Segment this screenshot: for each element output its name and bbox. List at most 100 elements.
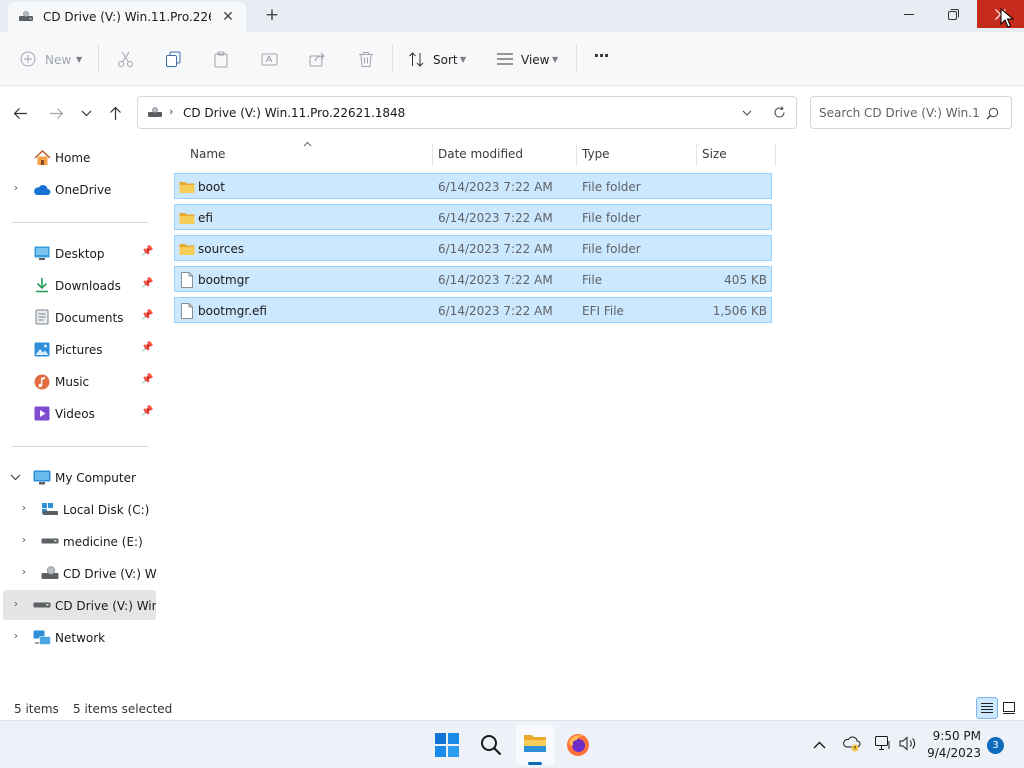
nav-item-music[interactable]: Music 📌 (0, 366, 156, 396)
navigation-pane: Home › OneDrive Desktop 📌 Downloads 📌 Do… (0, 141, 157, 696)
computer-icon (33, 470, 51, 485)
view-button[interactable]: View (521, 53, 549, 67)
column-header-name[interactable]: Name (184, 141, 432, 167)
nav-item-cd-drive-child[interactable]: › CD Drive (V:) Win.11.Pro.22621.1848 (0, 558, 157, 588)
close-tab-icon[interactable]: ✕ (219, 8, 237, 26)
nav-label-medicine-e: medicine (E:) (63, 535, 143, 549)
onedrive-status-icon[interactable] (843, 736, 861, 752)
up-arrow-icon[interactable] (109, 106, 122, 121)
column-header-type[interactable]: Type (576, 141, 696, 167)
close-window-button[interactable] (977, 0, 1024, 28)
nav-item-documents[interactable]: Documents 📌 (0, 302, 156, 332)
chevron-down-icon: ▼ (76, 55, 83, 64)
pin-icon[interactable]: 📌 (141, 374, 153, 385)
nav-item-medicine-e[interactable]: › medicine (E:) (0, 526, 156, 556)
rename-icon[interactable] (261, 51, 278, 68)
nav-item-pictures[interactable]: Pictures 📌 (0, 334, 156, 364)
more-options-button[interactable]: ··· (590, 46, 612, 66)
taskbar: 9:50 PM 9/4/2023 3 (0, 720, 1024, 768)
view-icon (497, 53, 513, 65)
search-input[interactable] (819, 106, 979, 120)
nav-label-music: Music (55, 375, 90, 389)
start-icon[interactable] (435, 733, 459, 757)
paste-icon[interactable] (213, 51, 230, 68)
tiles-view-icon[interactable] (1003, 702, 1015, 714)
sort-button[interactable]: Sort (433, 53, 458, 67)
network-status-icon[interactable] (875, 736, 892, 751)
expand-arrow-icon[interactable]: › (10, 181, 22, 194)
music-icon (34, 374, 50, 390)
notification-badge[interactable]: 3 (987, 737, 1004, 754)
chevron-up-icon[interactable] (813, 741, 826, 749)
breadcrumb-path[interactable]: CD Drive (V:) Win.11.Pro.22621.1848 (183, 106, 405, 120)
file-icon (181, 272, 193, 288)
pin-icon[interactable]: 📌 (141, 342, 153, 353)
expand-arrow-icon[interactable]: › (10, 597, 22, 610)
folder-icon (524, 735, 546, 752)
nav-label-cd-drive-child: CD Drive (V:) Win.11.Pro.22621.1848 (63, 567, 157, 581)
table-row[interactable]: bootmgr.efi 6/14/2023 7:22 AM EFI File 1… (174, 297, 772, 323)
column-header-date[interactable]: Date modified (432, 141, 576, 167)
file-date: 6/14/2023 7:22 AM (438, 180, 553, 194)
tab-cd-drive[interactable]: CD Drive (V:) Win.11.Pro.22621.1848 ✕ (8, 2, 246, 32)
file-type: File (582, 273, 603, 287)
table-row[interactable]: efi 6/14/2023 7:22 AM File folder (174, 204, 772, 230)
refresh-icon[interactable] (773, 106, 786, 119)
file-type: EFI File (582, 304, 624, 318)
nav-item-network[interactable]: › Network (0, 622, 156, 652)
file-size: 405 KB (724, 273, 767, 287)
volume-icon[interactable] (899, 736, 916, 751)
recent-locations-icon[interactable] (81, 110, 92, 117)
nav-item-local-disk-c[interactable]: › Local Disk (C:) (0, 494, 156, 524)
pin-icon[interactable]: 📌 (141, 310, 153, 321)
search-icon[interactable] (480, 734, 502, 756)
table-row[interactable]: sources 6/14/2023 7:22 AM File folder (174, 235, 772, 261)
expand-arrow-icon[interactable]: › (18, 501, 30, 514)
nav-item-desktop[interactable]: Desktop 📌 (0, 238, 156, 268)
new-tab-button[interactable]: + (262, 5, 282, 25)
share-icon[interactable] (309, 51, 326, 68)
address-bar[interactable]: › CD Drive (V:) Win.11.Pro.22621.1848 › (137, 96, 797, 129)
firefox-icon[interactable] (566, 733, 590, 757)
address-dropdown-icon[interactable] (742, 110, 752, 116)
nav-item-cd-drive-selected[interactable]: › CD Drive (V:) Win.11.Pro.22621.1848 (3, 590, 156, 620)
pin-icon[interactable]: 📌 (141, 406, 153, 417)
expand-arrow-icon[interactable]: › (18, 565, 30, 578)
expand-arrow-icon[interactable]: › (18, 533, 30, 546)
nav-item-my-computer[interactable]: My Computer (0, 462, 156, 492)
clock-time[interactable]: 9:50 PM (915, 729, 981, 743)
column-header-size[interactable]: Size (696, 141, 776, 167)
back-arrow-icon[interactable] (13, 107, 28, 120)
pin-icon[interactable]: 📌 (141, 246, 153, 257)
copy-icon[interactable] (165, 51, 182, 68)
file-date: 6/14/2023 7:22 AM (438, 273, 553, 287)
expand-arrow-icon[interactable]: › (10, 629, 22, 642)
table-row[interactable]: boot 6/14/2023 7:22 AM File folder (174, 173, 772, 199)
forward-arrow-icon[interactable] (49, 107, 64, 120)
cut-icon[interactable] (117, 51, 134, 68)
nav-label-pictures: Pictures (55, 343, 103, 357)
delete-icon[interactable] (358, 51, 374, 68)
column-divider[interactable] (775, 144, 776, 166)
restore-button[interactable] (931, 0, 977, 30)
minimize-button[interactable] (886, 0, 932, 30)
nav-item-home[interactable]: Home (0, 142, 156, 172)
file-icon (181, 303, 193, 319)
new-button[interactable]: New (45, 53, 71, 67)
nav-item-onedrive[interactable]: › OneDrive (0, 174, 156, 204)
details-view-button[interactable] (976, 697, 998, 719)
status-selection-count: 5 items selected (73, 702, 173, 716)
nav-item-downloads[interactable]: Downloads 📌 (0, 270, 156, 300)
status-item-count: 5 items (14, 702, 59, 716)
pin-icon[interactable]: 📌 (141, 278, 153, 289)
file-name: efi (198, 211, 213, 225)
search-icon[interactable] (986, 107, 999, 120)
clock-date[interactable]: 9/4/2023 (915, 746, 981, 760)
document-icon (35, 309, 49, 325)
file-explorer-taskbar-button[interactable] (516, 725, 554, 765)
collapse-arrow-icon[interactable] (10, 474, 21, 481)
nav-item-videos[interactable]: Videos 📌 (0, 398, 156, 428)
table-row[interactable]: bootmgr 6/14/2023 7:22 AM File 405 KB (174, 266, 772, 292)
file-date: 6/14/2023 7:22 AM (438, 242, 553, 256)
restore-icon (948, 9, 959, 20)
